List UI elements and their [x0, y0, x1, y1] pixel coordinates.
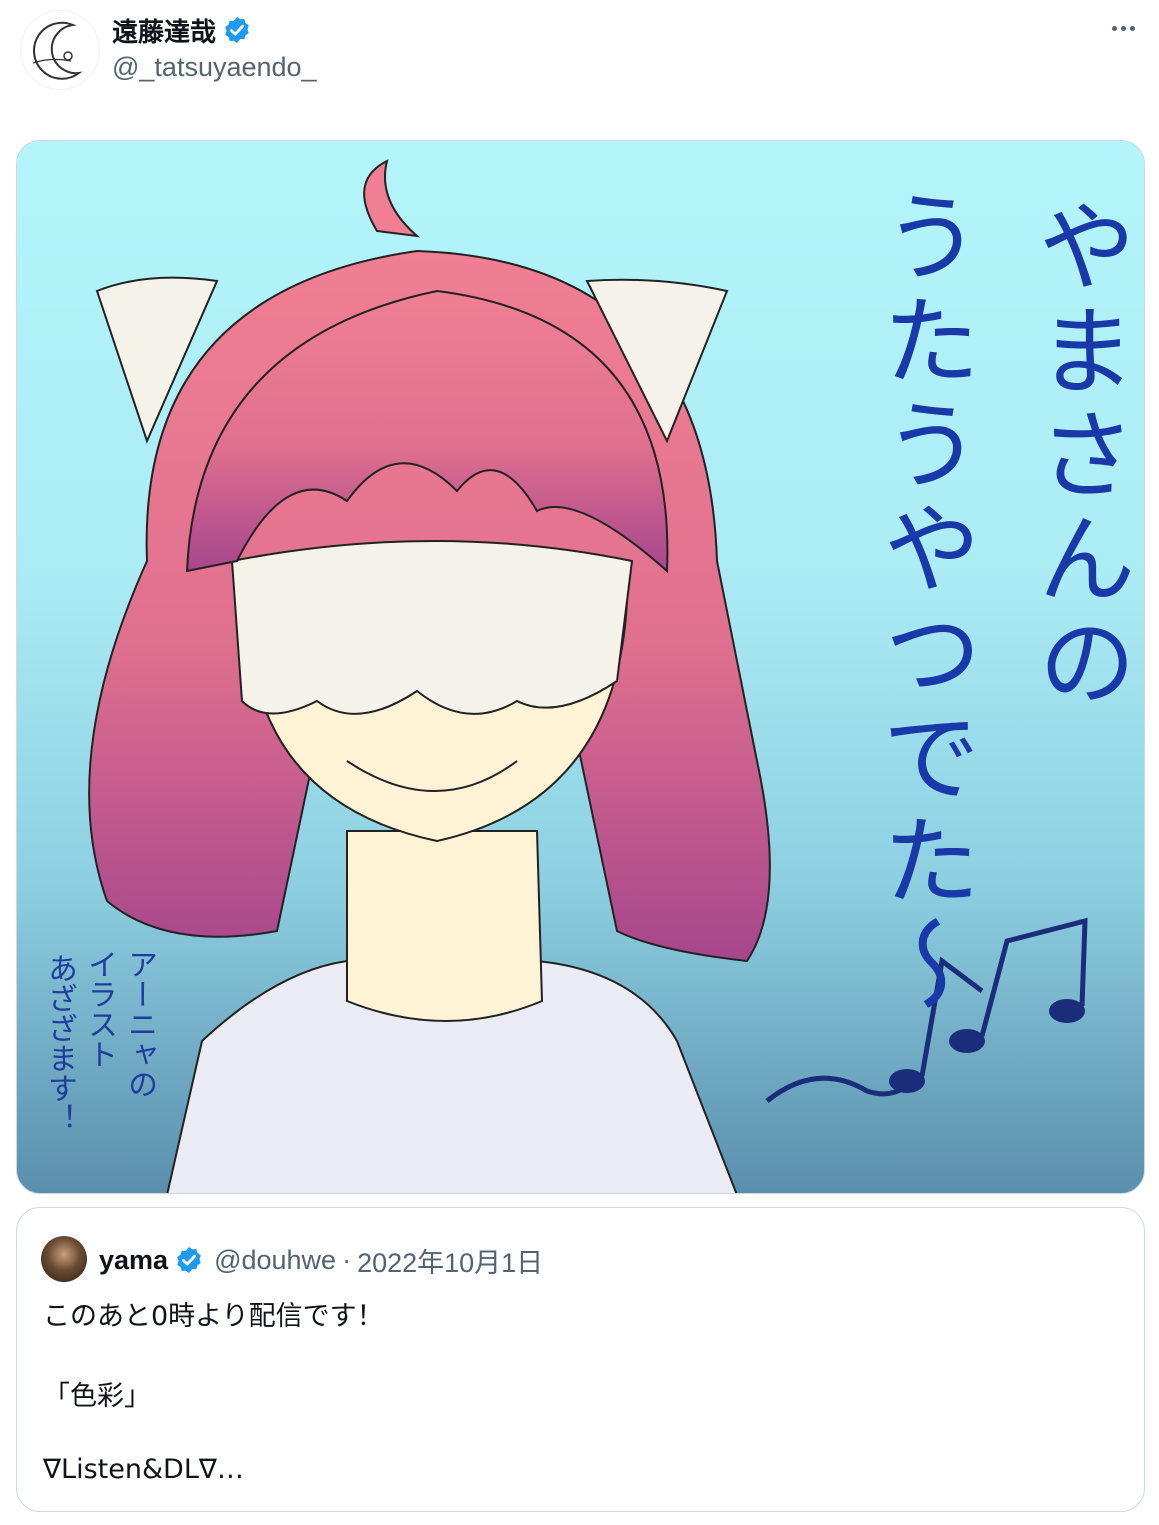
more-dot — [1129, 25, 1135, 31]
art-text-line2: うたうやつでた〜 — [866, 186, 980, 1018]
quoted-handle[interactable]: @douhwe — [214, 1245, 336, 1276]
quoted-display-name[interactable]: yama — [99, 1245, 168, 1276]
more-dot — [1120, 25, 1126, 31]
author-handle[interactable]: @_tatsuyaendo_ — [112, 52, 317, 83]
art-note-line3: あざざます！ — [42, 953, 77, 1133]
more-options-button[interactable] — [1105, 14, 1141, 42]
art-note-line2: イラスト — [82, 949, 117, 1069]
more-dot — [1111, 25, 1117, 31]
quoted-text-line: ∇Listen&DL∇… — [43, 1454, 244, 1485]
meta-separator: · — [342, 1244, 352, 1275]
verified-badge-icon — [177, 1246, 201, 1274]
verified-badge-icon — [225, 16, 249, 44]
quoted-avatar[interactable] — [41, 1236, 87, 1282]
art-text-line1: やまさんの — [1021, 196, 1135, 716]
art-note-line1: アーニャの — [122, 949, 157, 1099]
quoted-post[interactable]: yama @douhwe · 2022年10月1日 このあと0時より配信です！ … — [16, 1207, 1145, 1512]
author-display-name[interactable]: 遠藤達哉 — [112, 12, 216, 49]
quoted-text-line: このあと0時より配信です！ — [43, 1301, 384, 1332]
post-image[interactable]: やまさんの うたうやつでた〜 アーニャの イラスト あざざます！ — [16, 140, 1145, 1194]
author-avatar[interactable] — [20, 10, 100, 90]
crescent-moon-logo-icon — [32, 21, 83, 80]
quoted-text-line: 「色彩」 — [43, 1381, 151, 1412]
quoted-date[interactable]: 2022年10月1日 — [357, 1241, 543, 1280]
post-header: 遠藤達哉 @_tatsuyaendo_ — [0, 0, 1159, 110]
